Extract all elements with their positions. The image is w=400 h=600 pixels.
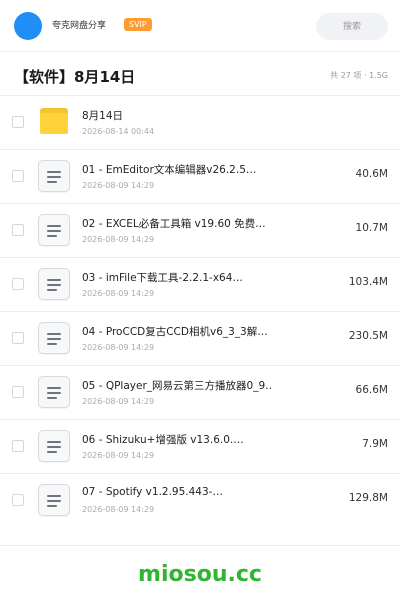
row-checkbox[interactable] — [12, 332, 24, 344]
document-icon — [38, 484, 70, 516]
item-size: 129.8M — [348, 492, 388, 504]
item-size: 10.7M — [355, 222, 388, 234]
item-name: 02 - EXCEL必备工具箱 v19.60 免费… — [82, 218, 266, 230]
folder-icon — [40, 108, 68, 134]
row-checkbox[interactable] — [12, 170, 24, 182]
search-input[interactable] — [316, 13, 388, 40]
folder-summary: 共 27 项 · 1.5G — [330, 71, 388, 80]
watermark: miosou.cc — [138, 562, 262, 587]
item-date: 2026-08-09 14:29 — [82, 181, 155, 190]
app-header: 夸克网盘分享 SVIP — [0, 0, 400, 52]
document-icon — [38, 268, 70, 300]
row-checkbox[interactable] — [12, 116, 24, 128]
row-checkbox[interactable] — [12, 494, 24, 506]
item-name: 06 - Shizuku+增强版 v13.6.0.… — [82, 434, 244, 446]
item-name: 07 - Spotify v1.2.95.443-… — [82, 486, 223, 498]
svip-badge: SVIP — [124, 18, 152, 31]
list-item[interactable]: 07 - Spotify v1.2.95.443-… 2026-08-09 14… — [0, 473, 400, 527]
page-title: 【软件】8月14日 — [14, 68, 136, 86]
row-checkbox[interactable] — [12, 278, 24, 290]
share-title: 夸克网盘分享 — [52, 21, 107, 31]
list-item[interactable]: 06 - Shizuku+增强版 v13.6.0.… 2026-08-09 14… — [0, 419, 400, 473]
item-date: 2026-08-09 14:29 — [82, 451, 155, 460]
item-size: 66.6M — [355, 384, 388, 396]
row-checkbox[interactable] — [12, 386, 24, 398]
document-icon — [38, 214, 70, 246]
item-size: 230.5M — [348, 330, 388, 342]
item-name: 04 - ProCCD复古CCD相机v6_3_3解… — [82, 326, 268, 338]
item-name: 05 - QPlayer_网易云第三方播放器0_9… — [82, 380, 272, 392]
item-date: 2026-08-09 14:29 — [82, 343, 155, 352]
item-size: 103.4M — [348, 276, 388, 288]
item-name: 03 - imFile下载工具-2.2.1-x64… — [82, 272, 243, 284]
row-checkbox[interactable] — [12, 224, 24, 236]
item-date: 2026-08-14 00:44 — [82, 127, 155, 136]
item-date: 2026-08-09 14:29 — [82, 235, 155, 244]
document-icon — [38, 376, 70, 408]
document-icon — [38, 160, 70, 192]
list-item[interactable]: 05 - QPlayer_网易云第三方播放器0_9… 2026-08-09 14… — [0, 365, 400, 419]
item-date: 2026-08-09 14:29 — [82, 289, 155, 298]
item-date: 2026-08-09 14:29 — [82, 397, 155, 406]
row-checkbox[interactable] — [12, 440, 24, 452]
item-date: 2026-08-09 14:29 — [82, 505, 155, 514]
document-icon — [38, 430, 70, 462]
list-item[interactable]: 04 - ProCCD复古CCD相机v6_3_3解… 2026-08-09 14… — [0, 311, 400, 365]
list-divider — [0, 545, 400, 546]
item-size: 40.6M — [355, 168, 388, 180]
list-item[interactable]: 01 - EmEditor文本编辑器v26.2.5… 2026-08-09 14… — [0, 149, 400, 203]
document-icon — [38, 322, 70, 354]
list-item-folder[interactable]: 8月14日 2026-08-14 00:44 — [0, 95, 400, 149]
avatar[interactable] — [14, 12, 42, 40]
list-item[interactable]: 02 - EXCEL必备工具箱 v19.60 免费… 2026-08-09 14… — [0, 203, 400, 257]
item-size: 7.9M — [362, 438, 388, 450]
list-item[interactable]: 03 - imFile下载工具-2.2.1-x64… 2026-08-09 14… — [0, 257, 400, 311]
item-name: 01 - EmEditor文本编辑器v26.2.5… — [82, 164, 257, 176]
item-name: 8月14日 — [82, 110, 124, 122]
